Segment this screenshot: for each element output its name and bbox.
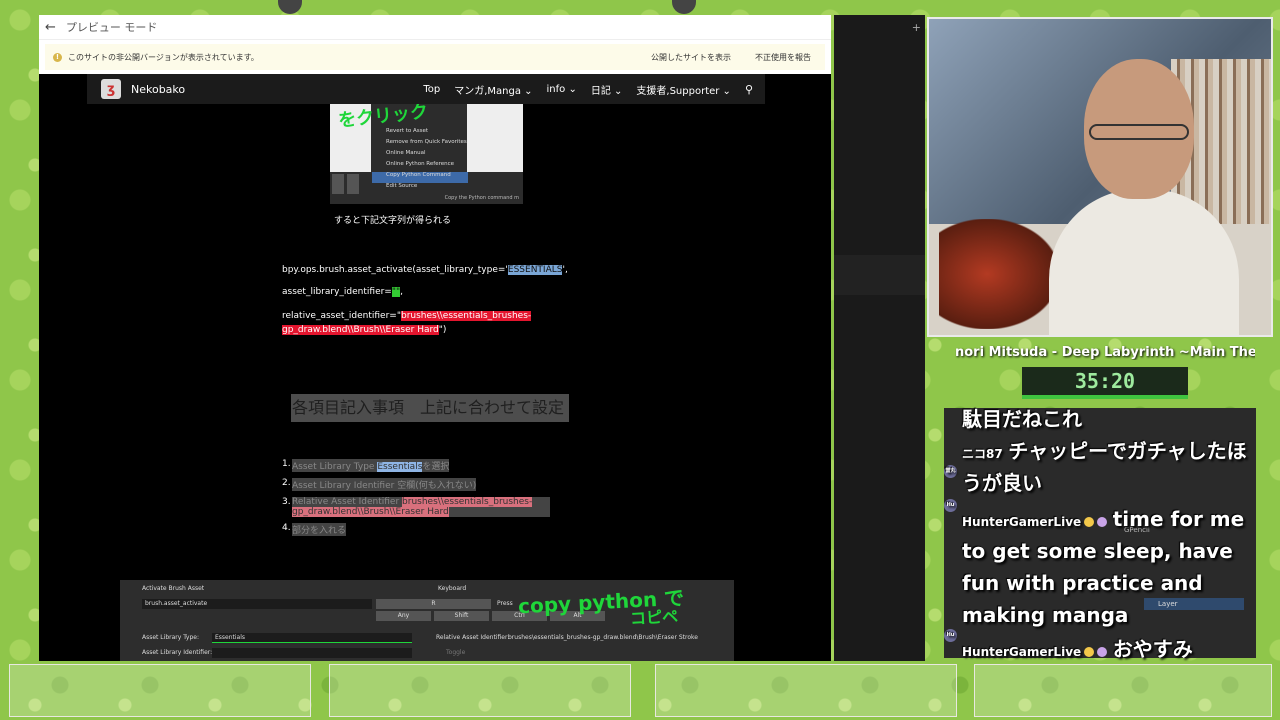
lib-id-label: Asset Library Identifier: [142, 649, 213, 656]
badge-icon [1084, 646, 1095, 657]
chat-overlay: 駄目だねこれ 雷丸 ニコ87 チャッピーでガチャしたほうが良い Hu Hunte… [944, 403, 1254, 665]
context-menu: Revert to Asset Remove from Quick Favori… [372, 128, 468, 194]
avatar: Hu [944, 629, 957, 642]
operator-field: brush.asset_activate [142, 599, 372, 609]
keymap-header: Activate Brush Asset [142, 585, 205, 592]
rel-label: Relative Asset Identifier: [436, 634, 510, 641]
site-logo[interactable]: ʒ [101, 79, 121, 99]
badge-icon [1097, 516, 1108, 527]
notice-bar: ! このサイトの非公開バージョンが表示されています。 公開したサイトを表示 不正… [39, 39, 831, 74]
chat-text: おやすみ [1112, 637, 1193, 661]
preview-bar: ← プレビュー モード [39, 15, 831, 39]
avatar: Hu [944, 499, 957, 512]
dark-side-panel: + [834, 15, 925, 661]
nav-info[interactable]: info ⌄ [547, 84, 577, 95]
badge-icon [1097, 646, 1108, 657]
tutorial-caption: すると下記文字列が得られる [334, 216, 452, 226]
site-title[interactable]: Nekobako [131, 83, 185, 96]
list-item: 4. 部分を入れる [282, 523, 347, 536]
chat-user: HunterGamerLive [962, 645, 1082, 659]
search-icon[interactable]: ⚲ [745, 83, 753, 96]
press-label: Press [497, 600, 513, 607]
chat-text: チャッピーでガチャしたほうが良い [962, 439, 1247, 495]
handwritten-copipe: コピペ [629, 606, 679, 629]
menu-item-copy-python: Copy Python Command [372, 172, 468, 183]
back-arrow-icon[interactable]: ← [45, 20, 56, 35]
toggle-label: Toggle [446, 649, 466, 656]
overlay-tile [655, 664, 957, 717]
any-button: Any [376, 611, 431, 621]
steps-list: 1. Asset Library Type Essentialsを選択 2. Ass… [282, 459, 612, 542]
menu-item: Revert to Asset [386, 128, 429, 134]
preview-mode-label: プレビュー モード [65, 21, 158, 34]
overlay-tile [974, 664, 1272, 717]
chat-user: ニコ87 [962, 447, 1003, 461]
blender-keymap-screenshot: Activate Brush Asset Keyboard brush.asse… [120, 580, 734, 661]
plus-icon[interactable]: + [912, 21, 921, 34]
webcam-feed [927, 17, 1273, 337]
lib-type-label: Asset Library Type: [142, 634, 199, 641]
section-heading: 各項目記入事項 上記に合わせて設定 [291, 394, 569, 422]
chat-text: 駄目だねこれ [962, 407, 1082, 431]
list-item: 2. Asset Library Identifier 空欄(何も入れない) [282, 478, 477, 491]
nav-supporter[interactable]: 支援者,Supporter ⌄ [636, 82, 731, 97]
shift-button: Shift [434, 611, 489, 621]
overlay-tile [329, 664, 631, 717]
list-item: 1. Asset Library Type Essentialsを選択 [282, 459, 450, 472]
context-menu-screenshot: をクリック Revert to Asset Remove from Quick … [330, 104, 523, 204]
rel-value: brushes\essentials_brushes-gp_draw.blend… [508, 634, 698, 641]
menu-item: Edit Source [386, 183, 418, 189]
stream-timer: 35:20 [1022, 367, 1188, 399]
chat-message: 雷丸 ニコ87 チャッピーでガチャしたほうが良い [944, 435, 1254, 499]
menu-item: Online Python Reference [386, 161, 454, 167]
notice-text: このサイトの非公開バージョンが表示されています。 [68, 52, 259, 62]
info-icon: ! [53, 52, 62, 62]
nav-top[interactable]: Top [423, 84, 440, 95]
overlay-tile [9, 664, 311, 717]
menu-footer: Copy the Python command m [444, 195, 519, 201]
avatar: 雷丸 [944, 465, 957, 478]
nav-diary[interactable]: 日記 ⌄ [591, 82, 623, 97]
chat-message: Hu HunterGamerLive おやすみ [944, 629, 1254, 665]
badge-icon [1084, 516, 1095, 527]
code-line-3: relative_asset_identifier="brushes\\esse… [282, 311, 532, 335]
menu-item: Online Manual [386, 150, 426, 156]
key-r: R [376, 599, 491, 609]
browser-window: ← プレビュー モード ! このサイトの非公開バージョンが表示されています。 公… [39, 15, 831, 661]
lib-id-field [212, 648, 412, 658]
nav-manga[interactable]: マンガ,Manga ⌄ [454, 82, 532, 97]
code-line-2: asset_library_identifier="", [282, 287, 404, 297]
chat-user: HunterGamerLive [962, 515, 1082, 529]
keymap-keyboard: Keyboard [438, 585, 467, 592]
sprite-decoration [672, 0, 696, 14]
sprite-decoration [278, 0, 302, 14]
report-abuse-link[interactable]: 不正使用を報告 [755, 52, 811, 63]
list-item: 3. Relative Asset Identifier brushes\\ess… [282, 497, 612, 517]
menu-item: Remove from Quick Favorites [386, 139, 467, 145]
chat-message: Hu HunterGamerLive time for me to get so… [944, 499, 1254, 631]
chat-message: 駄目だねこれ [944, 403, 1254, 435]
site-navbar: ʒ Nekobako Top マンガ,Manga ⌄ info ⌄ 日記 ⌄ 支… [87, 74, 765, 104]
lib-type-field: Essentials [212, 633, 412, 643]
now-playing-song: nori Mitsuda - Deep Labyrinth ~Main The [955, 345, 1255, 360]
code-line-1: bpy.ops.brush.asset_activate(asset_libra… [282, 265, 568, 275]
view-published-link[interactable]: 公開したサイトを表示 [651, 52, 731, 63]
